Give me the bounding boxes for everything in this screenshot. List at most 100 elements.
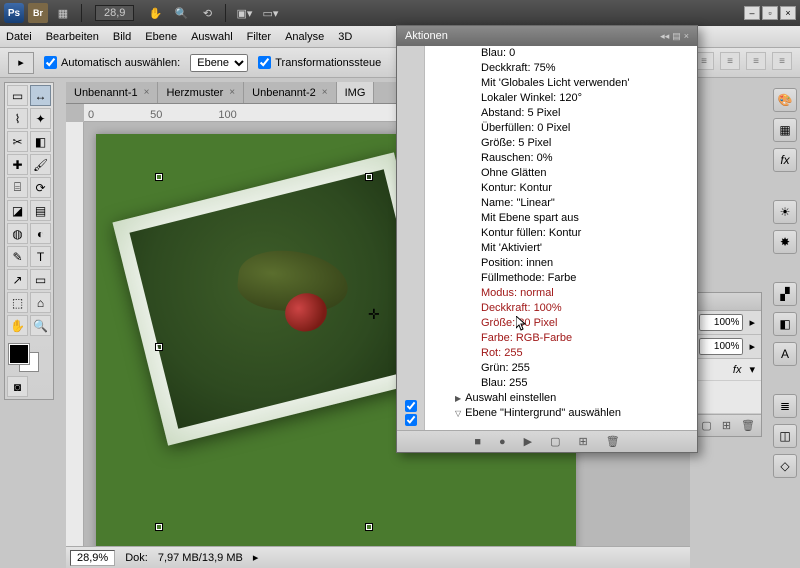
action-step[interactable]: Größe: 80 Pixel — [425, 316, 697, 331]
tab-unbenannt-1[interactable]: Unbenannt-1× — [66, 82, 158, 103]
eraser-tool-icon[interactable]: ◪ — [7, 200, 28, 221]
color-swatches[interactable] — [7, 342, 51, 374]
zoom-tool-icon[interactable]: 🔍 — [170, 3, 192, 23]
auto-select-input[interactable] — [44, 56, 57, 69]
action-item[interactable]: ▶Auswahl einstellen — [425, 391, 697, 406]
close-icon[interactable]: × — [144, 87, 150, 98]
disclosure-icon[interactable]: ▶ — [455, 391, 461, 406]
info-panel-icon[interactable]: A — [773, 342, 797, 366]
align-icon[interactable]: ≡ — [772, 52, 792, 70]
paths-panel-icon[interactable]: ◇ — [773, 454, 797, 478]
action-step[interactable]: Kontur füllen: Kontur — [425, 226, 697, 241]
quickmask-icon[interactable]: ◙ — [7, 376, 28, 397]
chevron-right-icon[interactable]: ▸ — [253, 551, 259, 564]
rotate-view-icon[interactable]: ⟲ — [196, 3, 218, 23]
menu-auswahl[interactable]: Auswahl — [191, 31, 233, 43]
move-tool-indicator-icon[interactable]: ▸ — [8, 52, 34, 74]
menu-filter[interactable]: Filter — [247, 31, 271, 43]
photoshop-icon[interactable]: Ps — [4, 3, 24, 23]
chevron-right-icon[interactable]: ▸ — [749, 340, 755, 353]
action-step[interactable]: Kontur: Kontur — [425, 181, 697, 196]
zoom-tool-icon[interactable]: 🔍 — [30, 315, 51, 336]
bridge-icon[interactable]: Br — [28, 3, 48, 23]
action-step[interactable]: Farbe: RGB-Farbe — [425, 331, 697, 346]
action-step[interactable]: Position: innen — [425, 256, 697, 271]
align-icon[interactable]: ≡ — [720, 52, 740, 70]
action-step[interactable]: Größe: 5 Pixel — [425, 136, 697, 151]
menu-bearbeiten[interactable]: Bearbeiten — [46, 31, 99, 43]
action-step[interactable]: Modus: normal — [425, 286, 697, 301]
action-step[interactable]: Rot: 255 — [425, 346, 697, 361]
type-tool-icon[interactable]: T — [30, 246, 51, 267]
action-step[interactable]: Name: "Linear" — [425, 196, 697, 211]
transform-handle[interactable] — [156, 344, 162, 350]
3d-tool-icon[interactable]: ⬚ — [7, 292, 28, 313]
action-toggle[interactable] — [405, 400, 417, 412]
action-step[interactable]: Füllmethode: Farbe — [425, 271, 697, 286]
fill-field[interactable] — [699, 338, 743, 355]
swatches-panel-icon[interactable]: ▦ — [773, 118, 797, 142]
wand-tool-icon[interactable]: ✦ — [30, 108, 51, 129]
pen-tool-icon[interactable]: ✎ — [7, 246, 28, 267]
dodge-tool-icon[interactable]: ◐ — [30, 223, 51, 244]
record-icon[interactable]: ● — [499, 436, 506, 448]
menu-bild[interactable]: Bild — [113, 31, 131, 43]
brush-tool-icon[interactable]: 🖌 — [30, 154, 51, 175]
panel-menu-icon[interactable]: ▤ — [672, 31, 681, 42]
styles-panel-icon[interactable]: fx — [773, 148, 797, 172]
transform-controls-input[interactable] — [258, 56, 271, 69]
transform-handle[interactable] — [156, 174, 162, 180]
histogram-panel-icon[interactable]: ▞ — [773, 282, 797, 306]
action-step[interactable]: Ohne Glätten — [425, 166, 697, 181]
action-step[interactable]: Grün: 255 — [425, 361, 697, 376]
auto-select-checkbox[interactable]: Automatisch auswählen: — [44, 56, 180, 69]
action-step[interactable]: Mit Ebene spart aus — [425, 211, 697, 226]
actions-list[interactable]: Blau: 0Deckkraft: 75%Mit 'Globales Licht… — [425, 46, 697, 430]
close-icon[interactable]: × — [322, 87, 328, 98]
transform-handle[interactable] — [156, 524, 162, 530]
tab-unbenannt-2[interactable]: Unbenannt-2× — [244, 82, 336, 103]
action-step[interactable]: Mit 'Globales Licht verwenden' — [425, 76, 697, 91]
tab-img[interactable]: IMG — [337, 82, 375, 103]
close-icon[interactable]: × — [229, 87, 235, 98]
zoom-level[interactable]: 28,9 — [95, 5, 134, 21]
menu-datei[interactable]: Datei — [6, 31, 32, 43]
actions-titlebar[interactable]: Aktionen ◂◂▤× — [397, 26, 697, 46]
actions-panel[interactable]: Aktionen ◂◂▤× Blau: 0Deckkraft: 75%Mit '… — [396, 25, 698, 453]
chevron-right-icon[interactable]: ▸ — [749, 316, 755, 329]
auto-select-target[interactable]: Ebene — [190, 54, 248, 72]
transform-controls-checkbox[interactable]: Transformationssteue — [258, 56, 381, 69]
stamp-tool-icon[interactable]: ⌸ — [7, 177, 28, 198]
action-step[interactable]: Überfüllen: 0 Pixel — [425, 121, 697, 136]
action-step[interactable]: Deckkraft: 100% — [425, 301, 697, 316]
channels-panel-icon[interactable]: ◫ — [773, 424, 797, 448]
menu-ebene[interactable]: Ebene — [145, 31, 177, 43]
trash-icon[interactable]: 🗑 — [606, 435, 620, 448]
hand-tool-icon[interactable]: ✋ — [144, 3, 166, 23]
shape-tool-icon[interactable]: ▭ — [30, 269, 51, 290]
new-set-icon[interactable]: ▢ — [550, 435, 560, 448]
close-icon[interactable]: × — [684, 31, 689, 42]
hand-tool-icon[interactable]: ✋ — [7, 315, 28, 336]
collapse-icon[interactable]: ◂◂ — [660, 31, 669, 42]
new-layer-icon[interactable]: ⊞ — [722, 419, 731, 432]
action-item[interactable]: ▽Ebene "Hintergrund" auswählen — [425, 406, 697, 421]
stop-icon[interactable]: ■ — [474, 436, 481, 448]
arrange-docs-icon[interactable]: ▣▾ — [233, 3, 255, 23]
eyedropper-tool-icon[interactable]: ◧ — [30, 131, 51, 152]
action-step[interactable]: Deckkraft: 75% — [425, 61, 697, 76]
history-brush-icon[interactable]: ⟳ — [30, 177, 51, 198]
minimize-icon[interactable]: – — [744, 6, 760, 20]
adjustments-panel-icon[interactable]: ☀ — [773, 200, 797, 224]
foreground-color[interactable] — [9, 344, 29, 364]
blur-tool-icon[interactable]: ◍ — [7, 223, 28, 244]
transform-handle[interactable] — [366, 524, 372, 530]
move-tool-icon[interactable]: ↔ — [30, 85, 51, 106]
restore-icon[interactable]: ▫ — [762, 6, 778, 20]
healing-tool-icon[interactable]: ✚ — [7, 154, 28, 175]
film-icon[interactable]: ▦ — [52, 3, 74, 23]
action-toggle[interactable] — [405, 414, 417, 426]
3d-camera-icon[interactable]: ⌂ — [30, 292, 51, 313]
navigator-panel-icon[interactable]: ◧ — [773, 312, 797, 336]
crop-tool-icon[interactable]: ✂ — [7, 131, 28, 152]
